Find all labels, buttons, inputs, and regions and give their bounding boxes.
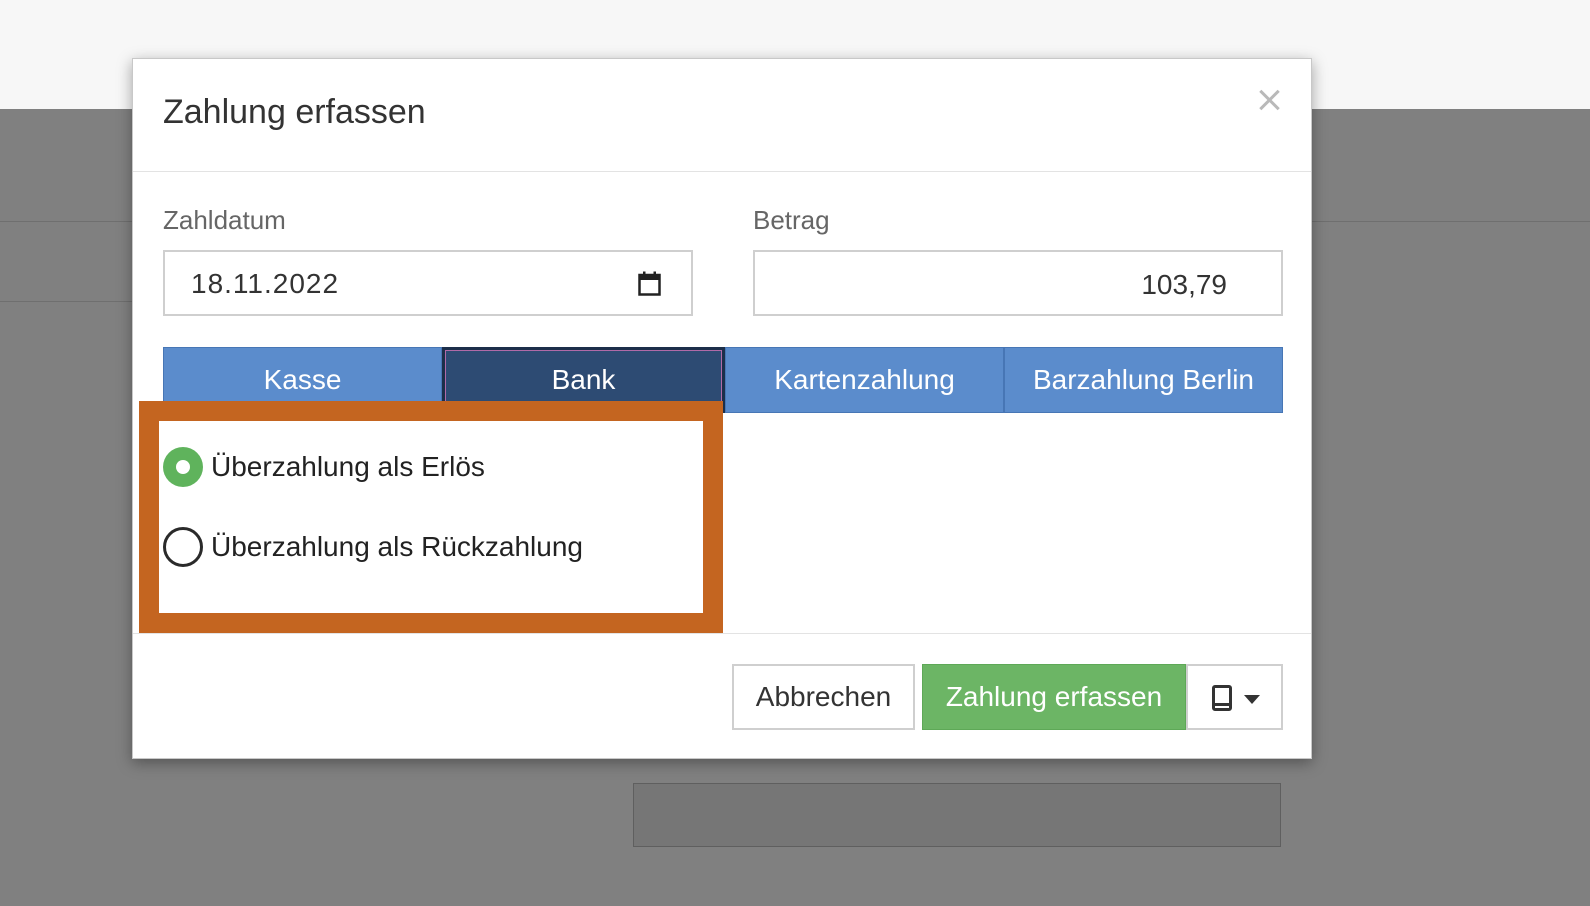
dialog-title: Zahlung erfassen xyxy=(163,93,426,131)
option-revenue[interactable]: Überzahlung als Erlös xyxy=(163,447,485,487)
overpayment-options-highlight: Überzahlung als Erlös Überzahlung als Rü… xyxy=(139,401,723,633)
background-panel xyxy=(633,783,1281,847)
close-icon[interactable] xyxy=(1257,87,1283,113)
amount-value: 103,79 xyxy=(1141,269,1227,300)
dialog-header: Zahlung erfassen xyxy=(133,59,1311,172)
cancel-button[interactable]: Abbrechen xyxy=(732,664,915,730)
submit-payment-button[interactable]: Zahlung erfassen xyxy=(922,664,1186,730)
option-refund[interactable]: Überzahlung als Rückzahlung xyxy=(163,527,583,567)
payment-dialog: Zahlung erfassen Zahldatum 18.11.2022 Be… xyxy=(132,58,1312,759)
tab-barzahlung-berlin[interactable]: Barzahlung Berlin xyxy=(1004,347,1283,413)
amount-field[interactable]: 103,79 xyxy=(753,250,1283,316)
caret-down-icon xyxy=(1244,695,1260,704)
date-label: Zahldatum xyxy=(163,205,286,235)
device-dropdown-button[interactable] xyxy=(1186,664,1283,730)
tab-kartenzahlung[interactable]: Kartenzahlung xyxy=(725,347,1004,413)
option-refund-label: Überzahlung als Rückzahlung xyxy=(211,531,583,562)
date-value: 18.11.2022 xyxy=(191,268,340,299)
tablet-icon xyxy=(1212,685,1232,711)
date-field[interactable]: 18.11.2022 xyxy=(163,250,693,316)
calendar-icon[interactable] xyxy=(638,271,661,296)
footer-divider xyxy=(133,633,1311,634)
option-revenue-label: Überzahlung als Erlös xyxy=(211,451,485,482)
radio-checked-icon[interactable] xyxy=(163,447,203,487)
amount-label: Betrag xyxy=(753,205,830,235)
radio-unchecked-icon[interactable] xyxy=(163,527,203,567)
page-divider xyxy=(0,301,140,302)
